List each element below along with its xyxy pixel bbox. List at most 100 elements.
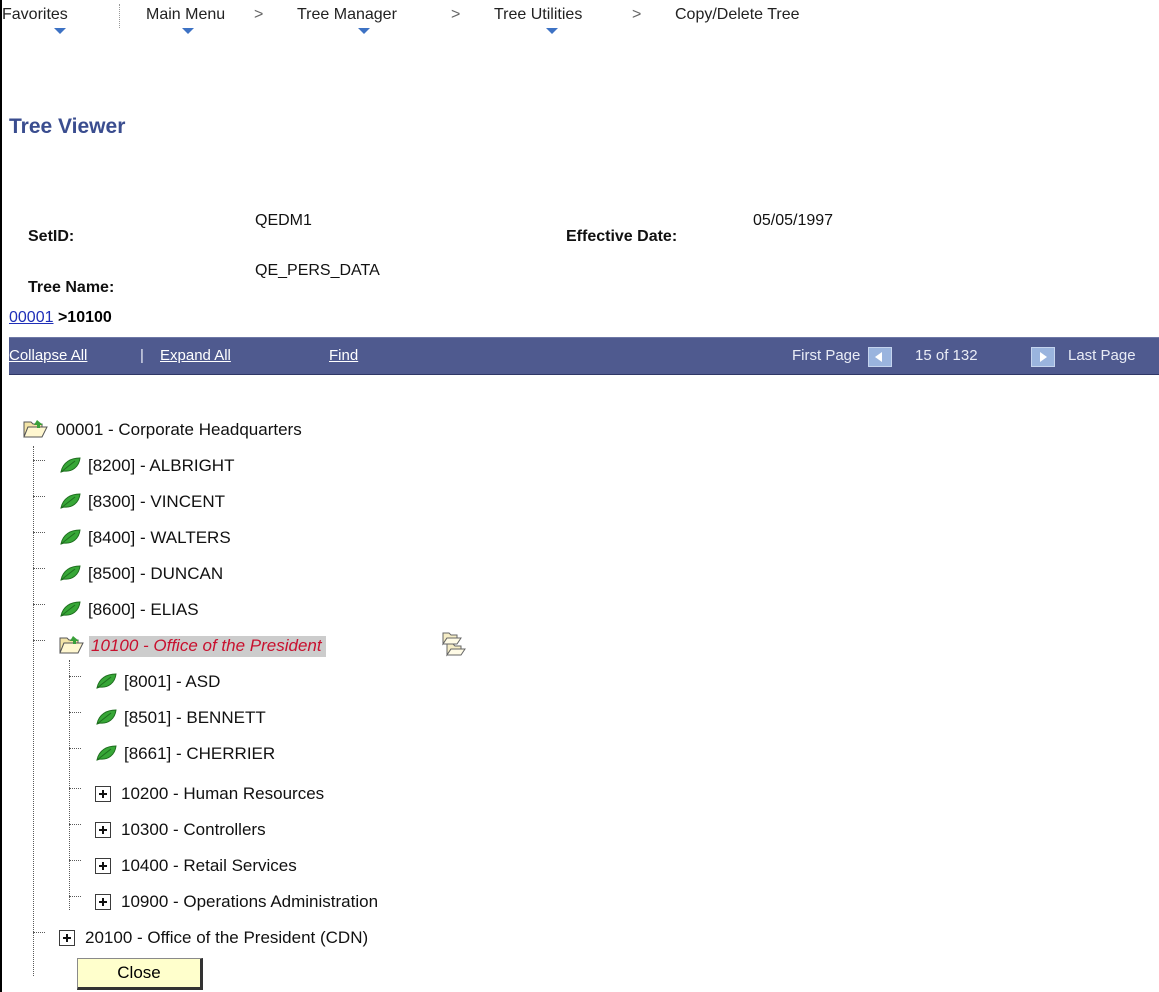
connector <box>69 748 81 749</box>
favorites-dropdown-arrow-icon[interactable] <box>54 28 66 34</box>
tree-connector-root <box>33 446 34 976</box>
previous-page-button[interactable] <box>868 347 892 367</box>
leaf-icon <box>60 565 81 581</box>
tree-node-selected[interactable]: 10100 - Office of the President <box>59 632 489 658</box>
tree-connector-selected <box>69 660 70 910</box>
tree-leaf[interactable]: [8400] - WALTERS <box>59 526 379 550</box>
connector <box>33 604 45 605</box>
tree-leaf-label: [8661] - CHERRIER <box>124 744 276 763</box>
connector <box>33 640 45 641</box>
collapse-all-link[interactable]: Collapse All <box>9 347 87 364</box>
setid-value: QEDM1 <box>255 212 312 229</box>
page-title: Tree Viewer <box>9 115 126 138</box>
tree-node-label: 00001 - Corporate Headquarters <box>56 420 302 439</box>
tree-name-value: QE_PERS_DATA <box>255 262 380 279</box>
expand-all-link[interactable]: Expand All <box>160 347 231 364</box>
effective-date-value: 05/05/1997 <box>753 212 834 229</box>
tree-leaf-label: [8200] - ALBRIGHT <box>88 456 235 475</box>
nav-main-menu[interactable]: Main Menu <box>146 6 225 24</box>
expand-plus-icon[interactable] <box>95 786 111 802</box>
toolbar-separator: | <box>140 347 144 364</box>
tree-leaf-label: [8001] - ASD <box>124 672 221 691</box>
effective-date-label: Effective Date: <box>566 228 678 245</box>
connector <box>33 932 45 933</box>
breadcrumb-current-node: >10100 <box>57 309 112 326</box>
tree-node-label: 10300 - Controllers <box>121 820 266 839</box>
tree-leaf-label: [8500] - DUNCAN <box>88 564 224 583</box>
tree-node-collapsed[interactable]: 10200 - Human Resources <box>95 782 495 806</box>
page-frame-border <box>0 0 2 992</box>
tree-leaf-label: [8300] - VINCENT <box>88 492 225 511</box>
breadcrumb-root-link[interactable]: 00001 <box>9 309 54 326</box>
leaf-icon <box>96 745 117 761</box>
connector <box>33 532 45 533</box>
tree-node-label: 20100 - Office of the President (CDN) <box>85 928 369 947</box>
tree-leaf[interactable]: [8500] - DUNCAN <box>59 562 379 586</box>
next-page-button[interactable] <box>1031 347 1055 367</box>
expand-plus-icon[interactable] <box>59 930 75 946</box>
insert-child-folder-icon[interactable] <box>439 630 469 658</box>
previous-arrow-icon <box>875 352 882 362</box>
leaf-icon <box>60 457 81 473</box>
tree-leaf-label: [8400] - WALTERS <box>88 528 231 547</box>
connector <box>69 896 81 897</box>
next-arrow-icon <box>1040 352 1047 362</box>
connector <box>69 676 81 677</box>
nav-separator-2: > <box>451 6 461 23</box>
leaf-icon <box>96 709 117 725</box>
tree-leaf[interactable]: [8501] - BENNETT <box>95 706 415 730</box>
connector <box>33 496 45 497</box>
last-page-label[interactable]: Last Page <box>1068 347 1136 364</box>
setid-label: SetID: <box>28 228 75 245</box>
open-folder-icon <box>23 420 48 438</box>
tree-node-label: 10900 - Operations Administration <box>121 892 379 911</box>
nav-divider <box>119 4 120 28</box>
main-menu-dropdown-arrow-icon[interactable] <box>182 28 194 34</box>
connector <box>69 788 81 789</box>
tree-node-collapsed[interactable]: 10400 - Retail Services <box>95 854 495 878</box>
nav-tree-manager[interactable]: Tree Manager <box>297 6 397 24</box>
leaf-icon <box>60 529 81 545</box>
tree-leaf[interactable]: [8200] - ALBRIGHT <box>59 454 379 478</box>
expand-plus-icon[interactable] <box>95 858 111 874</box>
connector <box>69 712 81 713</box>
nav-favorites[interactable]: Favorites <box>2 6 68 24</box>
connector <box>69 824 81 825</box>
tree-node-label: 10400 - Retail Services <box>121 856 297 875</box>
expand-plus-icon[interactable] <box>95 894 111 910</box>
leaf-icon <box>60 601 81 617</box>
tree-node-selected-label: 10100 - Office of the President <box>89 636 326 657</box>
tree-manager-dropdown-arrow-icon[interactable] <box>358 28 370 34</box>
tree-leaf[interactable]: [8300] - VINCENT <box>59 490 379 514</box>
top-navigation: Favorites Main Menu > Tree Manager > Tre… <box>2 0 1159 34</box>
tree-node-root[interactable]: 00001 - Corporate Headquarters <box>23 418 423 442</box>
tree-node-label: 10200 - Human Resources <box>121 784 325 803</box>
find-link[interactable]: Find <box>329 347 358 364</box>
first-page-label[interactable]: First Page <box>792 347 860 364</box>
tree-leaf[interactable]: [8600] - ELIAS <box>59 598 379 622</box>
tree-leaf[interactable]: [8661] - CHERRIER <box>95 742 415 766</box>
tree-node-collapsed[interactable]: 10900 - Operations Administration <box>95 890 515 914</box>
tree-leaf-label: [8600] - ELIAS <box>88 600 199 619</box>
nav-current-page: Copy/Delete Tree <box>675 6 800 23</box>
leaf-icon <box>96 673 117 689</box>
open-folder-icon <box>59 636 84 654</box>
tree-leaf[interactable]: [8001] - ASD <box>95 670 415 694</box>
close-button[interactable]: Close <box>77 958 203 990</box>
tree-name-label: Tree Name: <box>28 279 115 296</box>
tree-node-collapsed[interactable]: 20100 - Office of the President (CDN) <box>59 926 479 950</box>
nav-separator-3: > <box>632 6 642 23</box>
expand-plus-icon[interactable] <box>95 822 111 838</box>
tree-utilities-dropdown-arrow-icon[interactable] <box>546 28 558 34</box>
tree-leaf-label: [8501] - BENNETT <box>124 708 266 727</box>
connector <box>33 460 45 461</box>
tree-node-collapsed[interactable]: 10300 - Controllers <box>95 818 495 842</box>
leaf-icon <box>60 493 81 509</box>
nav-separator-1: > <box>254 6 264 23</box>
nav-tree-utilities[interactable]: Tree Utilities <box>494 6 582 24</box>
connector <box>69 860 81 861</box>
tree-toolbar: Collapse All | Expand All Find First Pag… <box>9 337 1159 375</box>
tree-breadcrumb: 00001 >10100 <box>9 309 112 327</box>
page-status: 15 of 132 <box>915 347 978 364</box>
connector <box>33 568 45 569</box>
